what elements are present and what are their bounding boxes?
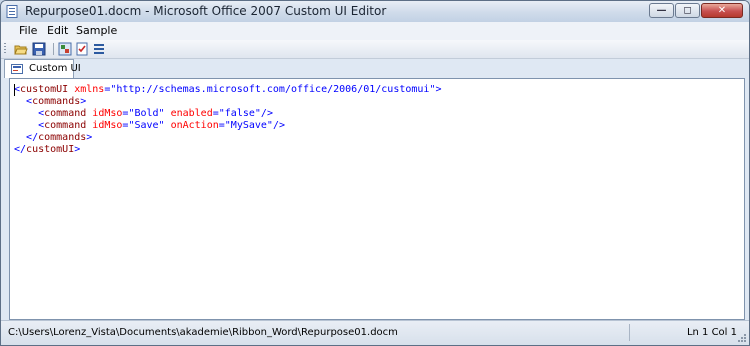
generate-callbacks-icon[interactable] [92,42,106,56]
code-token-tag: command [44,120,87,132]
menu-sample[interactable]: Sample [76,24,117,37]
xml-editor[interactable]: <customUI xmlns="http://schemas.microsof… [9,78,745,320]
cursor-position: Ln 1 Col 1 [686,327,737,338]
xml-file-icon [11,64,23,74]
code-token-tag: customUI [20,84,69,95]
code-token-bracket: </ [26,132,39,144]
menu-edit[interactable]: Edit [47,24,68,37]
window-controls: — ◻ ✕ [648,3,743,19]
code-token-tag: commands [38,132,87,144]
validate-icon[interactable] [75,42,89,56]
code-token-value: "MySave" [224,120,273,132]
code-token-bracket: > [74,144,81,156]
tab-strip: Custom UI [1,59,749,78]
maximize-icon: ◻ [683,5,692,16]
window-title: Repurpose01.docm - Microsoft Office 2007… [25,4,387,18]
minimize-button[interactable]: — [649,3,674,18]
status-divider [629,324,630,341]
maximize-button[interactable]: ◻ [675,3,700,18]
app-window: Repurpose01.docm - Microsoft Office 2007… [0,0,750,346]
insert-icons-icon[interactable] [58,42,72,56]
code-line: </commands> [14,132,442,144]
code-token-attr: idMso [86,108,123,120]
code-token-value: "Save" [128,120,165,132]
code-token-tag: commands [32,96,81,108]
status-bar: C:\Users\Lorenz_Vista\Documents\akademie… [1,320,749,345]
code-token-attr: enabled [164,108,213,120]
minimize-icon: — [656,5,667,16]
document-icon [6,5,18,18]
toolbar-grip[interactable] [4,43,6,55]
code-line: <customUI xmlns="http://schemas.microsof… [14,84,442,96]
code-token-bracket: > [86,132,93,144]
close-icon: ✕ [717,5,727,16]
toolbar-separator [53,43,54,55]
tab-label: Custom UI [29,63,81,74]
file-path: C:\Users\Lorenz_Vista\Documents\akademie… [8,327,398,338]
close-button[interactable]: ✕ [701,3,743,18]
code-token-bracket: > [435,84,442,95]
code-token-value: "false" [218,108,261,120]
toolbar [1,40,749,59]
code-token-bracket: > [80,96,87,108]
code-line: <command idMso="Bold" enabled="false"/> [14,108,442,120]
tab-custom-ui[interactable]: Custom UI [4,59,81,78]
code-content: <customUI xmlns="http://schemas.microsof… [14,84,442,157]
code-token-tag: customUI [26,144,75,156]
code-token-attr: idMso [86,120,123,132]
text-caret [14,84,15,96]
code-token-bracket: </ [14,144,27,156]
code-token-bracket: /> [260,108,273,120]
code-token-tag: command [44,108,87,120]
menu-file[interactable]: File [19,24,37,37]
open-icon[interactable] [14,42,28,56]
code-token-bracket: /> [272,120,285,132]
code-token-value: "http://schemas.microsoft.com/office/200… [110,84,436,95]
code-token-attr: xmlns [68,84,105,95]
code-token-attr: onAction [164,120,219,132]
title-bar[interactable]: Repurpose01.docm - Microsoft Office 2007… [1,1,749,22]
code-line: <command idMso="Save" onAction="MySave"/… [14,120,442,132]
code-line: <commands> [14,96,442,108]
menu-bar: File Edit Sample [1,22,749,40]
code-token-value: "Bold" [128,108,165,120]
resize-grip-icon[interactable] [737,333,747,343]
code-line: </customUI> [14,144,442,156]
save-icon[interactable] [32,42,46,56]
